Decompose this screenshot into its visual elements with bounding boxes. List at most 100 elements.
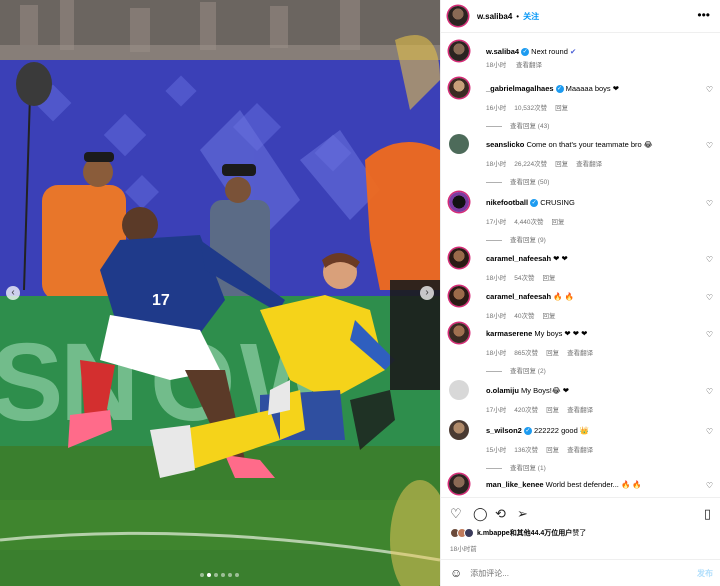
post-caption: w.saliba4 ✓ Next round ✔ 18小时 查看翻译 bbox=[449, 41, 713, 71]
post-header: w.saliba4 • 关注 ••• bbox=[441, 0, 720, 33]
comment-item: caramel_nafeesah 🔥 🔥 18小时 40次赞 回复 ♡ bbox=[449, 286, 713, 320]
comment-likes[interactable]: 136次赞 bbox=[514, 447, 538, 454]
comment-item: karmaserene My boys ❤ ❤ ❤ 18小时 865次赞 回复 查看翻译… bbox=[449, 323, 713, 357]
comment-text: My Boys!😂 ❤ bbox=[521, 386, 569, 395]
carousel-dot[interactable] bbox=[235, 573, 239, 577]
carousel-dots bbox=[200, 573, 239, 577]
reply-button[interactable]: 回复 bbox=[546, 447, 559, 454]
comment-item: o.olamiju My Boys!😂 ❤ 17小时 420次赞 回复 查看翻译 ♡ bbox=[449, 380, 713, 414]
translate-link[interactable]: 查看翻译 bbox=[576, 161, 602, 168]
comment-username[interactable]: caramel_nafeesah bbox=[486, 254, 551, 263]
comments-list[interactable]: w.saliba4 ✓ Next round ✔ 18小时 查看翻译 _gabri… bbox=[441, 34, 720, 496]
comment-time: 17小时 bbox=[486, 407, 507, 414]
reply-button[interactable]: 回复 bbox=[555, 105, 568, 112]
caption-translate-link[interactable]: 查看翻译 bbox=[516, 62, 542, 69]
comment-username[interactable]: seanslicko bbox=[486, 140, 524, 149]
comment-username[interactable]: karmaserene bbox=[486, 329, 532, 338]
bookmark-icon[interactable]: ▯ bbox=[704, 506, 711, 522]
comment-like-heart-icon[interactable]: ♡ bbox=[706, 141, 713, 150]
repost-icon[interactable]: ⟲ bbox=[495, 506, 506, 522]
author-username[interactable]: w.saliba4 bbox=[477, 12, 512, 21]
carousel-prev-button[interactable]: ‹ bbox=[6, 286, 20, 300]
comment-like-heart-icon[interactable]: ♡ bbox=[706, 199, 713, 208]
comment-likes[interactable]: 26,224次赞 bbox=[514, 161, 547, 168]
more-horizontal-icon[interactable]: ••• bbox=[697, 8, 710, 22]
match-photo-image: SNOW 17 bbox=[0, 0, 440, 586]
carousel-next-button[interactable]: › bbox=[420, 286, 434, 300]
comment-item: s_wilson2 ✓ 222222 good 👑 15小时 136次赞 回复 查看翻译 ♡ bbox=[449, 420, 713, 454]
comment-item: caramel_nafeesah ❤ ❤ 18小时 54次赞 回复 ♡ bbox=[449, 248, 713, 282]
reply-button[interactable]: 回复 bbox=[542, 313, 555, 320]
translate-link[interactable]: 查看翻译 bbox=[567, 447, 593, 454]
follow-button[interactable]: 关注 bbox=[523, 11, 539, 22]
author-avatar[interactable] bbox=[449, 41, 469, 61]
comment-username[interactable]: caramel_nafeesah bbox=[486, 292, 551, 301]
comment-input[interactable] bbox=[470, 568, 671, 578]
carousel-dot[interactable] bbox=[214, 573, 218, 577]
commenter-avatar[interactable] bbox=[449, 323, 469, 343]
comment-like-heart-icon[interactable]: ♡ bbox=[706, 85, 713, 94]
comment-likes[interactable]: 10,532次赞 bbox=[514, 105, 547, 112]
translate-link[interactable]: 查看翻译 bbox=[567, 350, 593, 357]
commenter-avatar[interactable] bbox=[449, 380, 469, 400]
reply-button[interactable]: 回复 bbox=[542, 275, 555, 282]
comment-likes[interactable]: 865次赞 bbox=[514, 350, 538, 357]
smiley-icon[interactable]: ☺ bbox=[450, 566, 462, 580]
view-replies-button[interactable]: 查看回复 (50) bbox=[486, 176, 549, 186]
reply-button[interactable]: 回复 bbox=[546, 350, 559, 357]
carousel-dot[interactable] bbox=[228, 573, 232, 577]
carousel-dot[interactable] bbox=[221, 573, 225, 577]
commenter-avatar[interactable] bbox=[449, 286, 469, 306]
comment-like-heart-icon[interactable]: ♡ bbox=[706, 427, 713, 436]
comment-username[interactable]: nikefootball bbox=[486, 198, 528, 207]
translate-link[interactable]: 查看翻译 bbox=[567, 407, 593, 414]
commenter-avatar[interactable] bbox=[449, 134, 469, 154]
comment-likes[interactable]: 420次赞 bbox=[514, 407, 538, 414]
verified-badge-icon: ✓ bbox=[530, 199, 539, 208]
view-replies-button[interactable]: 查看回复 (43) bbox=[486, 120, 549, 130]
post-photo[interactable]: SNOW 17 ‹ › bbox=[0, 0, 440, 586]
reply-button[interactable]: 回复 bbox=[552, 219, 565, 226]
comment-likes[interactable]: 54次赞 bbox=[514, 275, 534, 282]
commenter-avatar[interactable] bbox=[449, 474, 469, 494]
comment-username[interactable]: _gabrielmagalhaes bbox=[486, 84, 554, 93]
svg-text:S: S bbox=[0, 321, 63, 444]
comment-like-heart-icon[interactable]: ♡ bbox=[706, 293, 713, 302]
comment-like-heart-icon[interactable]: ♡ bbox=[706, 387, 713, 396]
liker-avatar bbox=[464, 528, 474, 538]
carousel-dot[interactable] bbox=[207, 573, 211, 577]
commenter-avatar[interactable] bbox=[449, 248, 469, 268]
comment-username[interactable]: s_wilson2 bbox=[486, 426, 522, 435]
liker-username[interactable]: k.mbappe bbox=[477, 530, 510, 537]
comment-text: Come on that's your teammate bro 😂 bbox=[526, 140, 653, 149]
post-comment-button[interactable]: 发布 bbox=[697, 568, 713, 579]
comment-username[interactable]: o.olamiju bbox=[486, 386, 519, 395]
chevron-left-icon: ‹ bbox=[11, 287, 15, 298]
comment-text: 222222 good 👑 bbox=[533, 426, 590, 435]
caption-username[interactable]: w.saliba4 bbox=[486, 47, 519, 56]
author-avatar[interactable] bbox=[448, 6, 468, 26]
view-replies-button[interactable]: 查看回复 (9) bbox=[486, 234, 546, 244]
likes-summary[interactable]: k.mbappe和其他44.4万位用户赞了 bbox=[450, 528, 586, 538]
commenter-avatar[interactable] bbox=[449, 420, 469, 440]
comment-likes[interactable]: 40次赞 bbox=[514, 313, 534, 320]
view-replies-button[interactable]: 查看回复 (1) bbox=[486, 462, 546, 472]
comment-like-heart-icon[interactable]: ♡ bbox=[706, 481, 713, 490]
likes-suffix: 赞了 bbox=[572, 530, 587, 537]
send-icon[interactable]: ➢ bbox=[517, 506, 528, 522]
comment-likes[interactable]: 4,440次赞 bbox=[514, 219, 543, 226]
caption-time: 18小时 bbox=[486, 62, 507, 69]
reply-button[interactable]: 回复 bbox=[546, 407, 559, 414]
carousel-dot[interactable] bbox=[200, 573, 204, 577]
commenter-avatar[interactable] bbox=[449, 192, 469, 212]
commenter-avatar[interactable] bbox=[449, 78, 469, 98]
view-replies-button[interactable]: 查看回复 (2) bbox=[486, 365, 546, 375]
reply-button[interactable]: 回复 bbox=[555, 161, 568, 168]
heart-outline-icon[interactable]: ♡ bbox=[450, 506, 462, 522]
comment-bubble-icon[interactable]: ◯ bbox=[473, 506, 488, 522]
comment-time: 15小时 bbox=[486, 447, 507, 454]
comment-like-heart-icon[interactable]: ♡ bbox=[706, 255, 713, 264]
likes-count[interactable]: 和其他44.4万位用户 bbox=[510, 530, 573, 537]
comment-like-heart-icon[interactable]: ♡ bbox=[706, 330, 713, 339]
comment-username[interactable]: man_like_kenee bbox=[486, 480, 544, 489]
